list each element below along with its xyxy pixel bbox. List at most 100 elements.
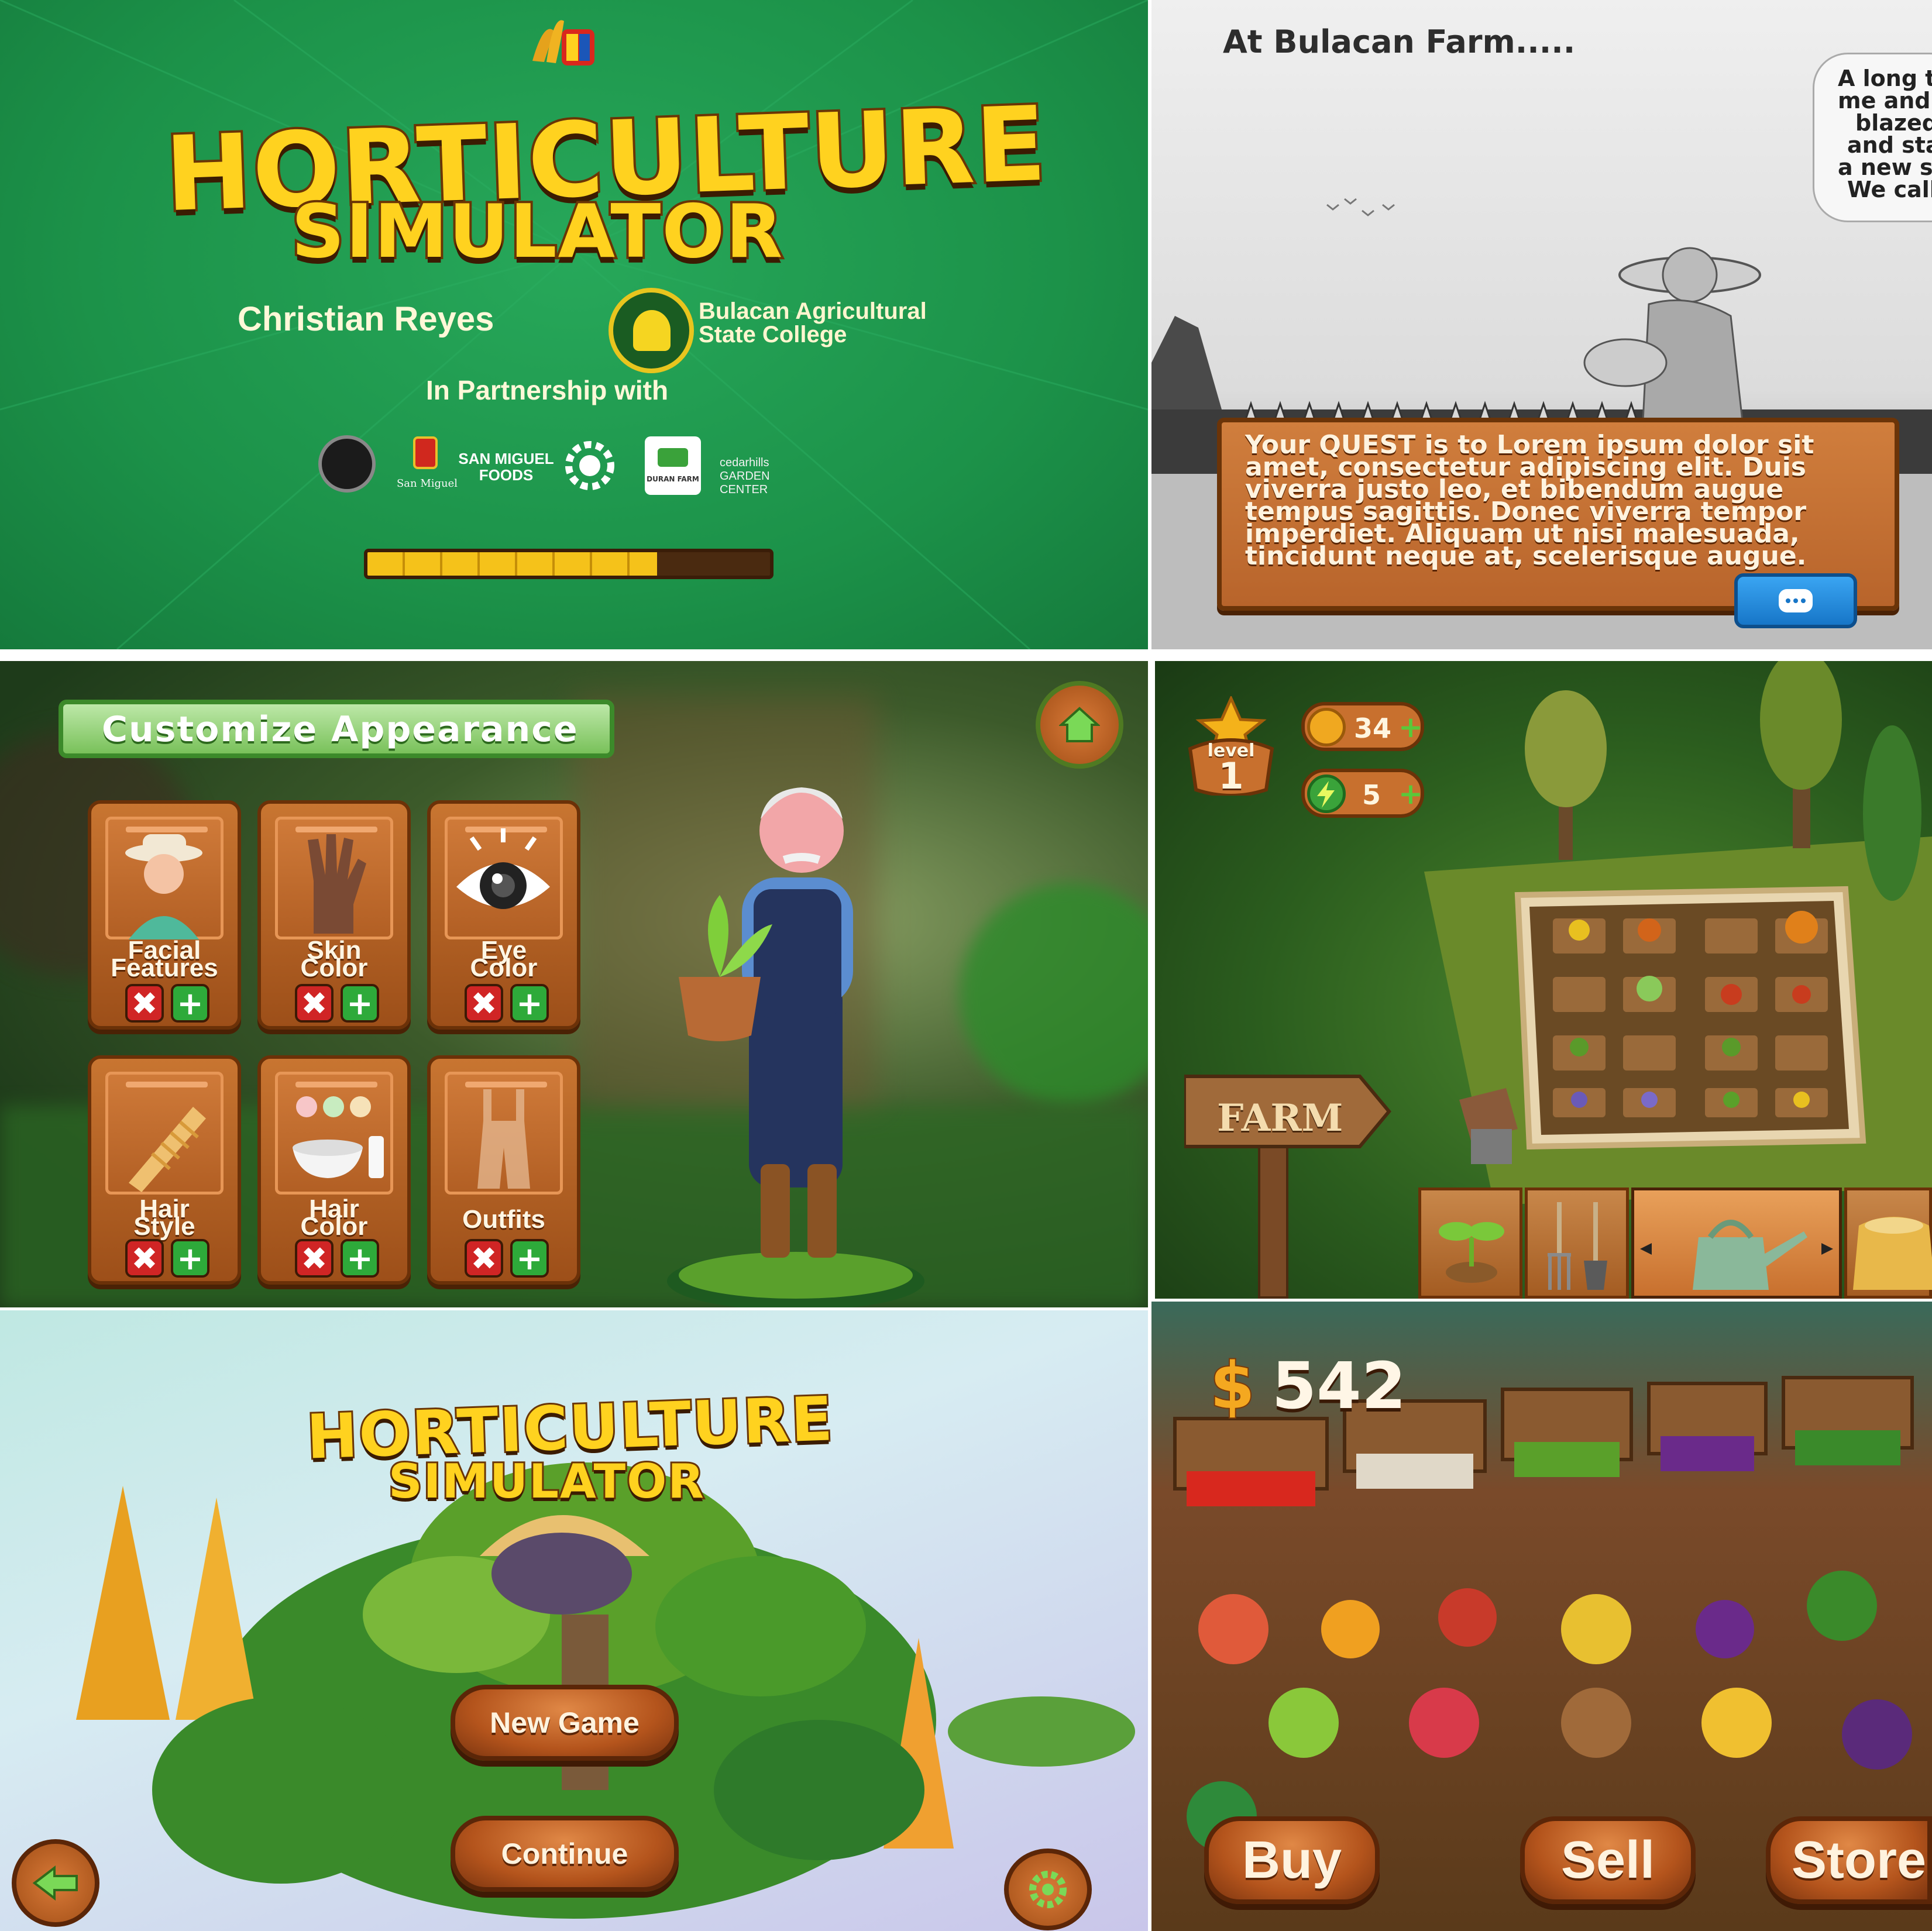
partner-logos: San Miguel SAN MIGUEL FOODS DURAN FARM c… bbox=[316, 433, 807, 497]
add-button[interactable]: + bbox=[510, 1239, 549, 1278]
customize-header-title: Customize Appearance bbox=[102, 709, 579, 750]
settings-button[interactable] bbox=[1004, 1849, 1092, 1930]
san-miguel-label: San Miguel bbox=[396, 477, 458, 490]
home-icon bbox=[1059, 707, 1100, 742]
college-name-line2: State College bbox=[699, 322, 847, 347]
menu-title-line2: SIMULATOR bbox=[387, 1452, 706, 1510]
remove-button[interactable]: ✖ bbox=[125, 984, 164, 1023]
loading-bar-fill bbox=[367, 552, 658, 576]
card-label-line2: Color bbox=[300, 1212, 368, 1241]
author-name: Christian Reyes bbox=[238, 300, 494, 338]
loading-bar bbox=[364, 549, 774, 579]
home-button[interactable] bbox=[1036, 681, 1123, 769]
college-name-line1: Bulacan Agricultural bbox=[699, 298, 927, 324]
market-screen: $ 542 Buy Sell Store bbox=[1151, 1302, 1932, 1931]
add-button[interactable]: + bbox=[510, 984, 549, 1023]
speech-line: a new se bbox=[1838, 154, 1932, 180]
tool-fork-shovel[interactable] bbox=[1525, 1187, 1629, 1299]
college-name: Bulacan Agricultural State College bbox=[699, 300, 927, 346]
remove-button[interactable]: ✖ bbox=[125, 1239, 164, 1278]
add-energy-button[interactable]: + bbox=[1398, 777, 1423, 811]
money-value: 542 bbox=[1271, 1348, 1407, 1423]
coin-value: 34 bbox=[1354, 712, 1392, 744]
lightning-icon bbox=[1307, 775, 1346, 813]
seed-sack-icon bbox=[1853, 1217, 1932, 1290]
well bbox=[1459, 1088, 1518, 1164]
tool-watering-can[interactable] bbox=[1631, 1187, 1842, 1299]
gear-partner-logo bbox=[562, 438, 618, 494]
new-game-button[interactable]: New Game bbox=[451, 1685, 679, 1761]
tool-seed-sack[interactable] bbox=[1844, 1187, 1932, 1299]
card-label-line2: Color bbox=[470, 954, 538, 982]
partnership-label: In Partnership with bbox=[426, 375, 669, 405]
farm-signpost: FARM bbox=[1184, 1059, 1395, 1299]
add-button[interactable]: + bbox=[341, 1239, 379, 1278]
continue-button[interactable]: Continue bbox=[451, 1816, 679, 1892]
farmer-face-icon bbox=[125, 834, 202, 939]
back-arrow-icon bbox=[32, 1865, 78, 1901]
add-button[interactable]: + bbox=[171, 1239, 209, 1278]
customize-screen: Customize Appearance Facial Features ✖ +… bbox=[0, 661, 1148, 1307]
dollar-icon: $ bbox=[1209, 1347, 1256, 1424]
cedarhills-logo: cedarhills GARDEN CENTER bbox=[720, 456, 770, 496]
card-hair-style[interactable]: Hair Style ✖ + bbox=[88, 1055, 241, 1285]
speech-line: We call bbox=[1847, 177, 1932, 202]
remove-button[interactable]: ✖ bbox=[465, 1239, 503, 1278]
produce bbox=[1187, 1430, 1912, 1851]
comb-icon bbox=[129, 1107, 206, 1192]
card-skin-color[interactable]: Skin Color ✖ + bbox=[257, 800, 411, 1030]
story-screen: At Bulacan Farm..... A long t me and r b… bbox=[1151, 0, 1932, 649]
card-eye-color[interactable]: Eye Color ✖ + bbox=[427, 800, 580, 1030]
add-coins-button[interactable]: + bbox=[1398, 710, 1423, 744]
speech-line: A long t bbox=[1838, 66, 1932, 91]
duran-farm-logo: DURAN FARM bbox=[645, 436, 701, 495]
top-emblem bbox=[527, 8, 597, 73]
card-label-line1: Outfits bbox=[462, 1205, 545, 1234]
card-outfits[interactable]: Outfits ✖ + bbox=[427, 1055, 580, 1285]
card-hair-color[interactable]: Hair Color ✖ + bbox=[257, 1055, 411, 1285]
sell-button[interactable]: Sell bbox=[1520, 1816, 1696, 1904]
card-label-line2: Style bbox=[133, 1212, 195, 1241]
speech-line: and sta bbox=[1847, 132, 1932, 158]
farm-screen: level 1 34 + 5 + FARM bbox=[1155, 661, 1932, 1299]
glove-hand-icon bbox=[308, 834, 366, 934]
partner-seal-logo bbox=[318, 435, 376, 493]
customize-header-banner: Customize Appearance bbox=[59, 700, 614, 758]
dye-bowl-icon bbox=[293, 1096, 384, 1178]
remove-button[interactable]: ✖ bbox=[295, 1239, 334, 1278]
overalls-icon bbox=[477, 1089, 530, 1189]
remove-button[interactable]: ✖ bbox=[295, 984, 334, 1023]
back-button[interactable] bbox=[12, 1839, 99, 1927]
buy-button[interactable]: Buy bbox=[1204, 1816, 1380, 1904]
speech-bubble-icon bbox=[1779, 589, 1813, 612]
san-miguel-foods-logo: SAN MIGUEL FOODS bbox=[458, 450, 554, 484]
coin-counter: 34 + bbox=[1301, 702, 1424, 751]
store-button[interactable]: Store bbox=[1766, 1816, 1932, 1904]
money-display: $ 542 bbox=[1209, 1347, 1407, 1424]
gear-icon bbox=[1029, 1871, 1067, 1908]
college-seal bbox=[609, 288, 694, 373]
quest-text: Your QUEST is to Lorem ipsum dolor sit a… bbox=[1245, 430, 1814, 571]
farmer-character bbox=[667, 787, 924, 1307]
sprout-icon bbox=[1439, 1222, 1504, 1283]
speech-bubble: A long t me and r blazed and sta a new s… bbox=[1813, 53, 1932, 222]
speech-line: blazed bbox=[1855, 110, 1932, 136]
add-button[interactable]: + bbox=[341, 984, 379, 1023]
watering-can-icon bbox=[1640, 1220, 1833, 1290]
story-heading: At Bulacan Farm..... bbox=[1223, 23, 1576, 60]
san-miguel-logo: San Miguel bbox=[392, 433, 462, 497]
farm-sign-text: FARM bbox=[1217, 1096, 1343, 1140]
energy-value: 5 bbox=[1362, 779, 1381, 811]
woman-with-watering-can bbox=[1583, 247, 1761, 422]
dialog-next-button[interactable] bbox=[1734, 573, 1857, 628]
card-facial-features[interactable]: Facial Features ✖ + bbox=[88, 800, 241, 1030]
speech-line: me and r bbox=[1838, 88, 1932, 113]
fork-and-shovel-icon bbox=[1548, 1202, 1607, 1290]
remove-button[interactable]: ✖ bbox=[465, 984, 503, 1023]
tool-sprout[interactable] bbox=[1418, 1187, 1522, 1299]
add-button[interactable]: + bbox=[171, 984, 209, 1023]
card-label-line2: Features bbox=[111, 954, 218, 982]
main-menu-screen: HORTICULTURE SIMULATOR New Game Continue bbox=[0, 1310, 1148, 1931]
game-title-line2: SIMULATOR bbox=[289, 186, 785, 277]
energy-counter: 5 + bbox=[1301, 769, 1424, 818]
